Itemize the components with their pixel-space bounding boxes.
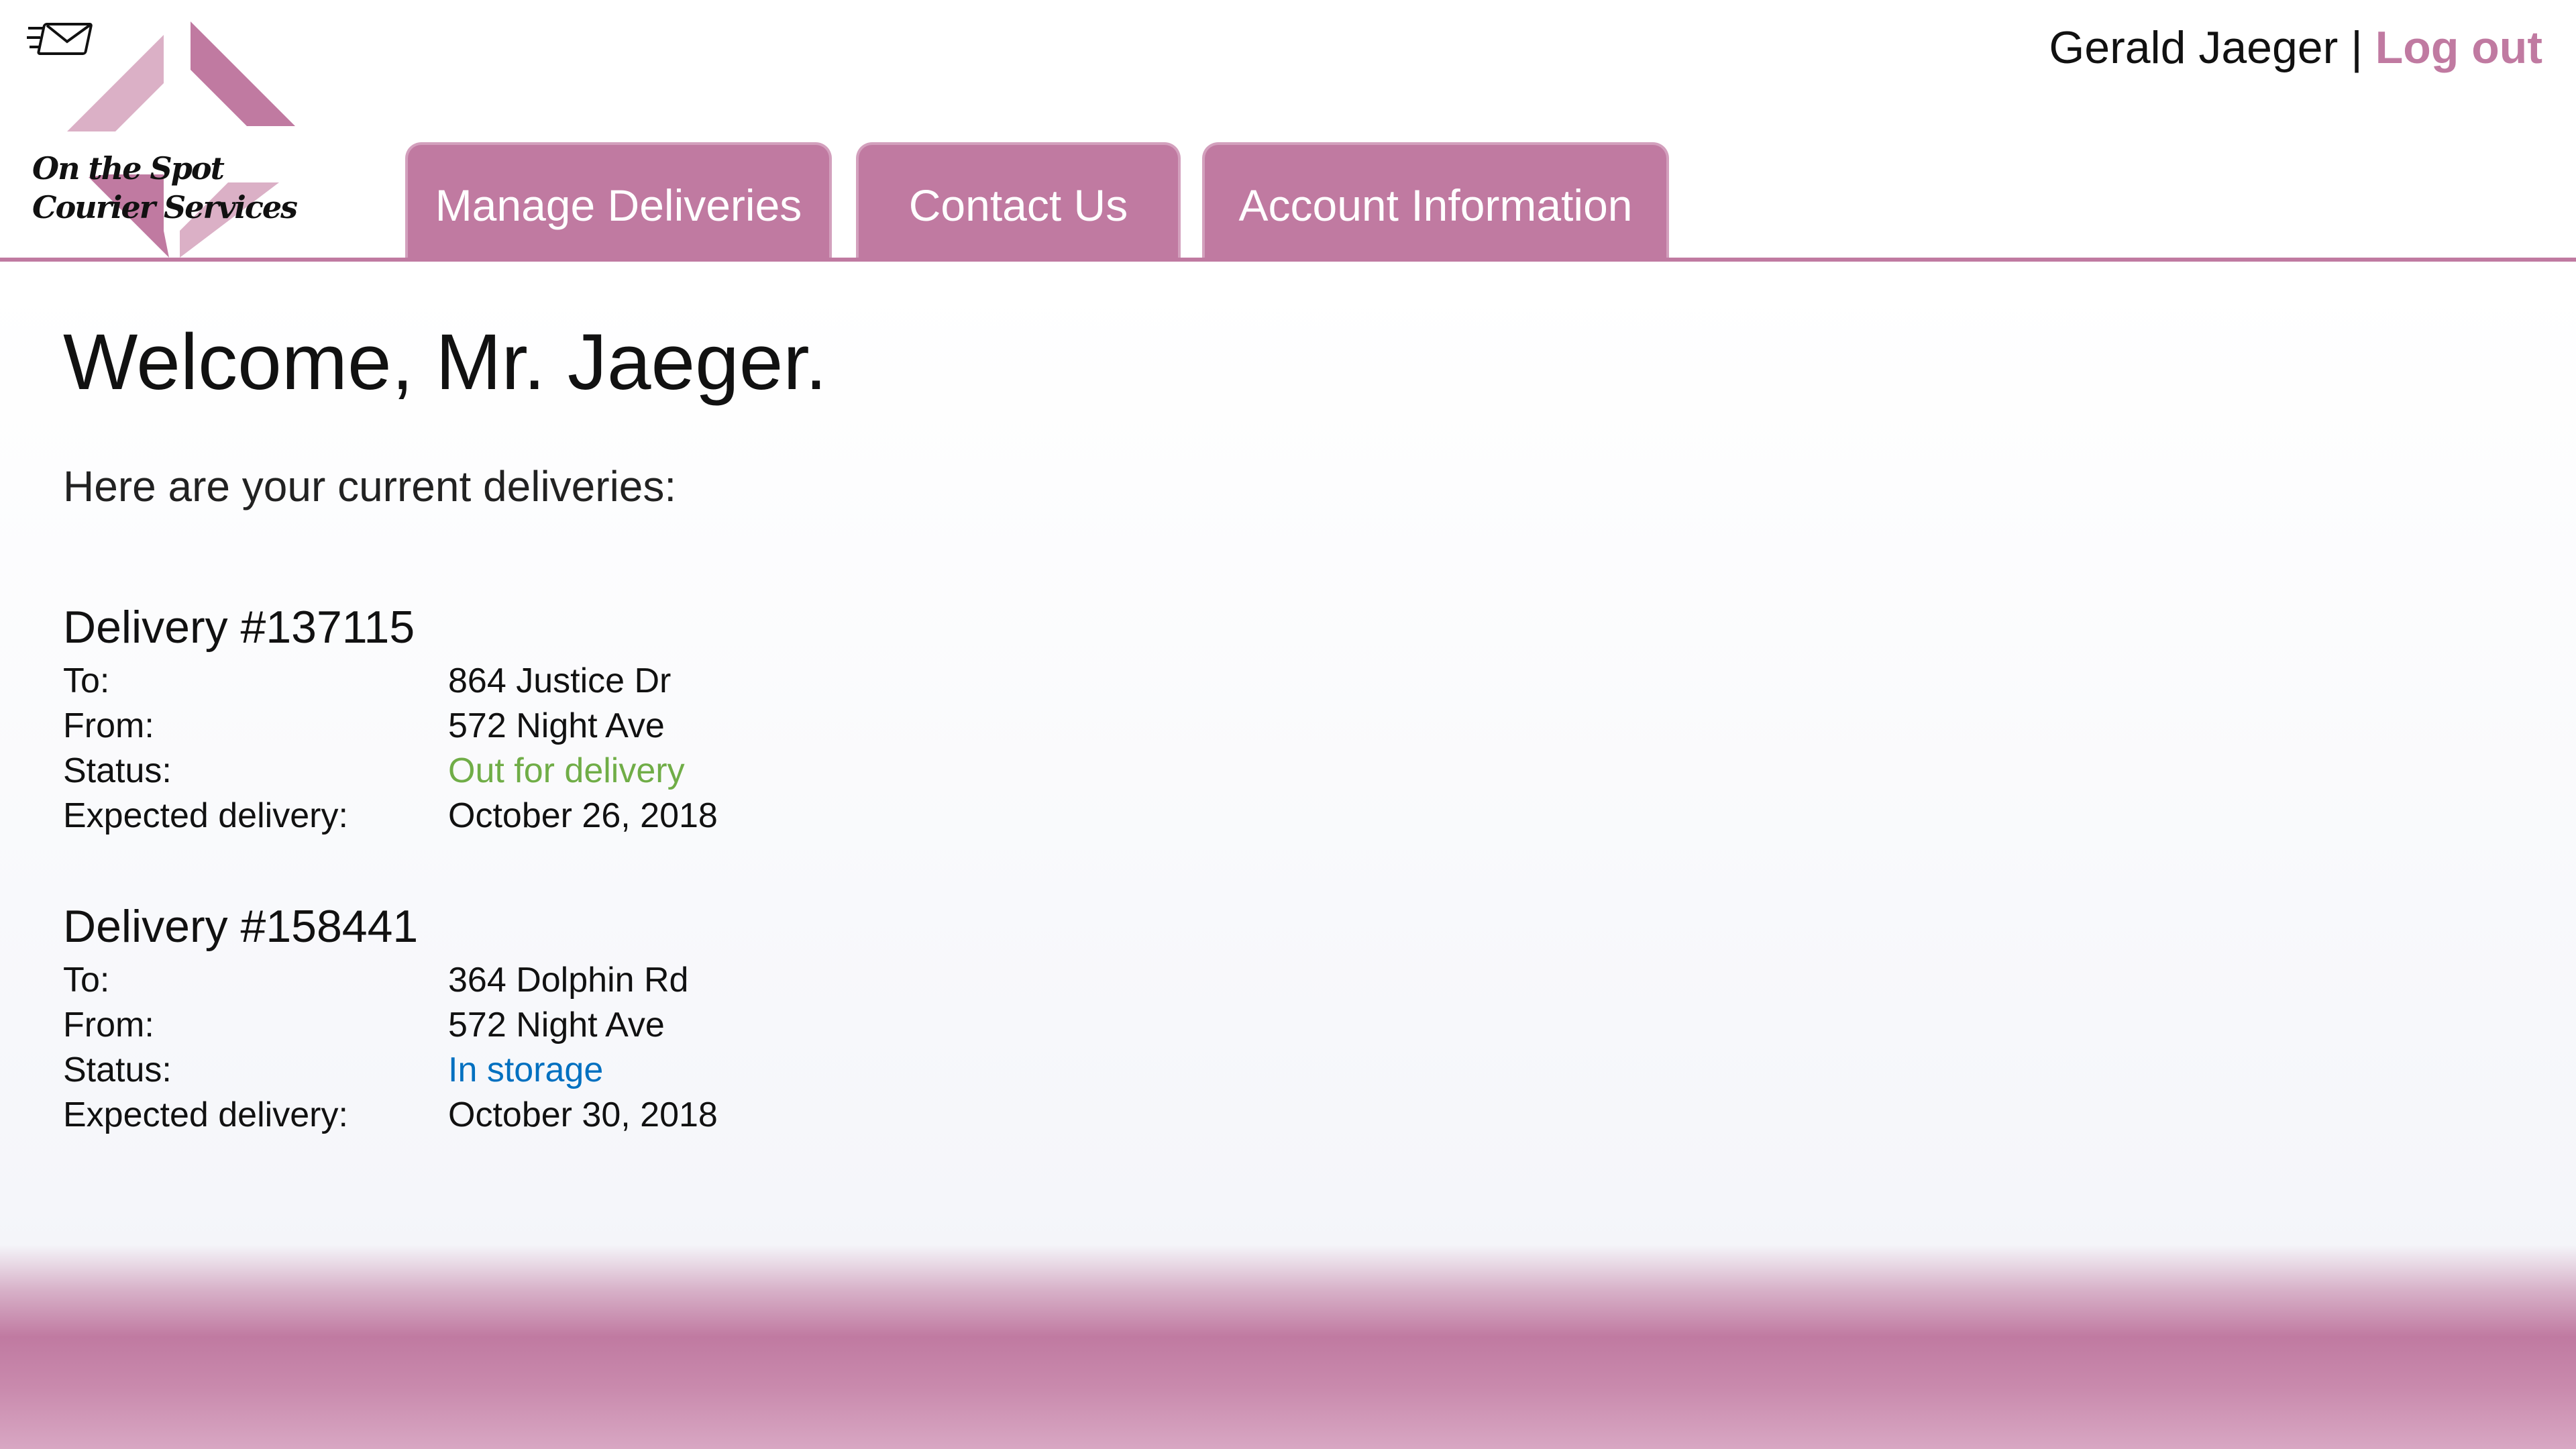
logout-link[interactable]: Log out bbox=[2375, 22, 2542, 73]
logo-text: On the Spot Courier Services bbox=[32, 149, 298, 227]
logo-line-1: On the Spot bbox=[32, 150, 225, 186]
welcome-heading: Welcome, Mr. Jaeger. bbox=[63, 318, 827, 407]
to-value: 364 Dolphin Rd bbox=[448, 961, 689, 1000]
expected-value: October 30, 2018 bbox=[448, 1095, 718, 1134]
expected-label: Expected delivery: bbox=[63, 796, 348, 835]
main-content: Welcome, Mr. Jaeger. Here are your curre… bbox=[63, 309, 2076, 1134]
delivery-card: Delivery #137115 To: 864 Justice Dr From… bbox=[63, 596, 1002, 839]
delivery-title: Delivery #137115 bbox=[63, 602, 415, 653]
to-label: To: bbox=[63, 661, 110, 700]
company-logo[interactable]: On the Spot Courier Services bbox=[27, 19, 309, 260]
tab-contact-us[interactable]: Contact Us bbox=[856, 142, 1181, 260]
user-name: Gerald Jaeger bbox=[2049, 22, 2339, 73]
delivery-expected-row: Expected delivery: October 30, 2018 bbox=[63, 1093, 1002, 1138]
delivery-to-row: To: 864 Justice Dr bbox=[63, 659, 1002, 704]
delivery-expected-row: Expected delivery: October 26, 2018 bbox=[63, 794, 1002, 839]
footer-band bbox=[0, 1245, 2576, 1449]
envelope-icon bbox=[27, 23, 93, 55]
status-label: Status: bbox=[63, 751, 172, 790]
to-value: 864 Justice Dr bbox=[448, 661, 672, 700]
to-label: To: bbox=[63, 961, 110, 1000]
separator: | bbox=[2351, 22, 2363, 73]
user-area: Gerald Jaeger | Log out bbox=[2049, 17, 2542, 78]
from-label: From: bbox=[63, 1006, 154, 1044]
delivery-status-row: Status: In storage bbox=[63, 1048, 1002, 1093]
tab-manage-deliveries[interactable]: Manage Deliveries bbox=[405, 142, 832, 260]
status-value: Out for delivery bbox=[448, 751, 685, 790]
header-divider bbox=[0, 258, 2576, 262]
from-value: 572 Night Ave bbox=[448, 706, 665, 745]
delivery-from-row: From: 572 Night Ave bbox=[63, 704, 1002, 749]
tab-account-information[interactable]: Account Information bbox=[1202, 142, 1669, 260]
delivery-title: Delivery #158441 bbox=[63, 901, 419, 952]
delivery-to-row: To: 364 Dolphin Rd bbox=[63, 958, 1002, 1003]
expected-label: Expected delivery: bbox=[63, 1095, 348, 1134]
delivery-status-row: Status: Out for delivery bbox=[63, 749, 1002, 794]
deliveries-intro: Here are your current deliveries: bbox=[63, 462, 677, 511]
expected-value: October 26, 2018 bbox=[448, 796, 718, 835]
from-label: From: bbox=[63, 706, 154, 745]
delivery-from-row: From: 572 Night Ave bbox=[63, 1003, 1002, 1048]
status-value: In storage bbox=[448, 1051, 604, 1089]
logo-line-2: Courier Services bbox=[32, 189, 298, 225]
delivery-card: Delivery #158441 To: 364 Dolphin Rd From… bbox=[63, 895, 1002, 1138]
header: On the Spot Courier Services Manage Deli… bbox=[0, 0, 2576, 263]
from-value: 572 Night Ave bbox=[448, 1006, 665, 1044]
status-label: Status: bbox=[63, 1051, 172, 1089]
